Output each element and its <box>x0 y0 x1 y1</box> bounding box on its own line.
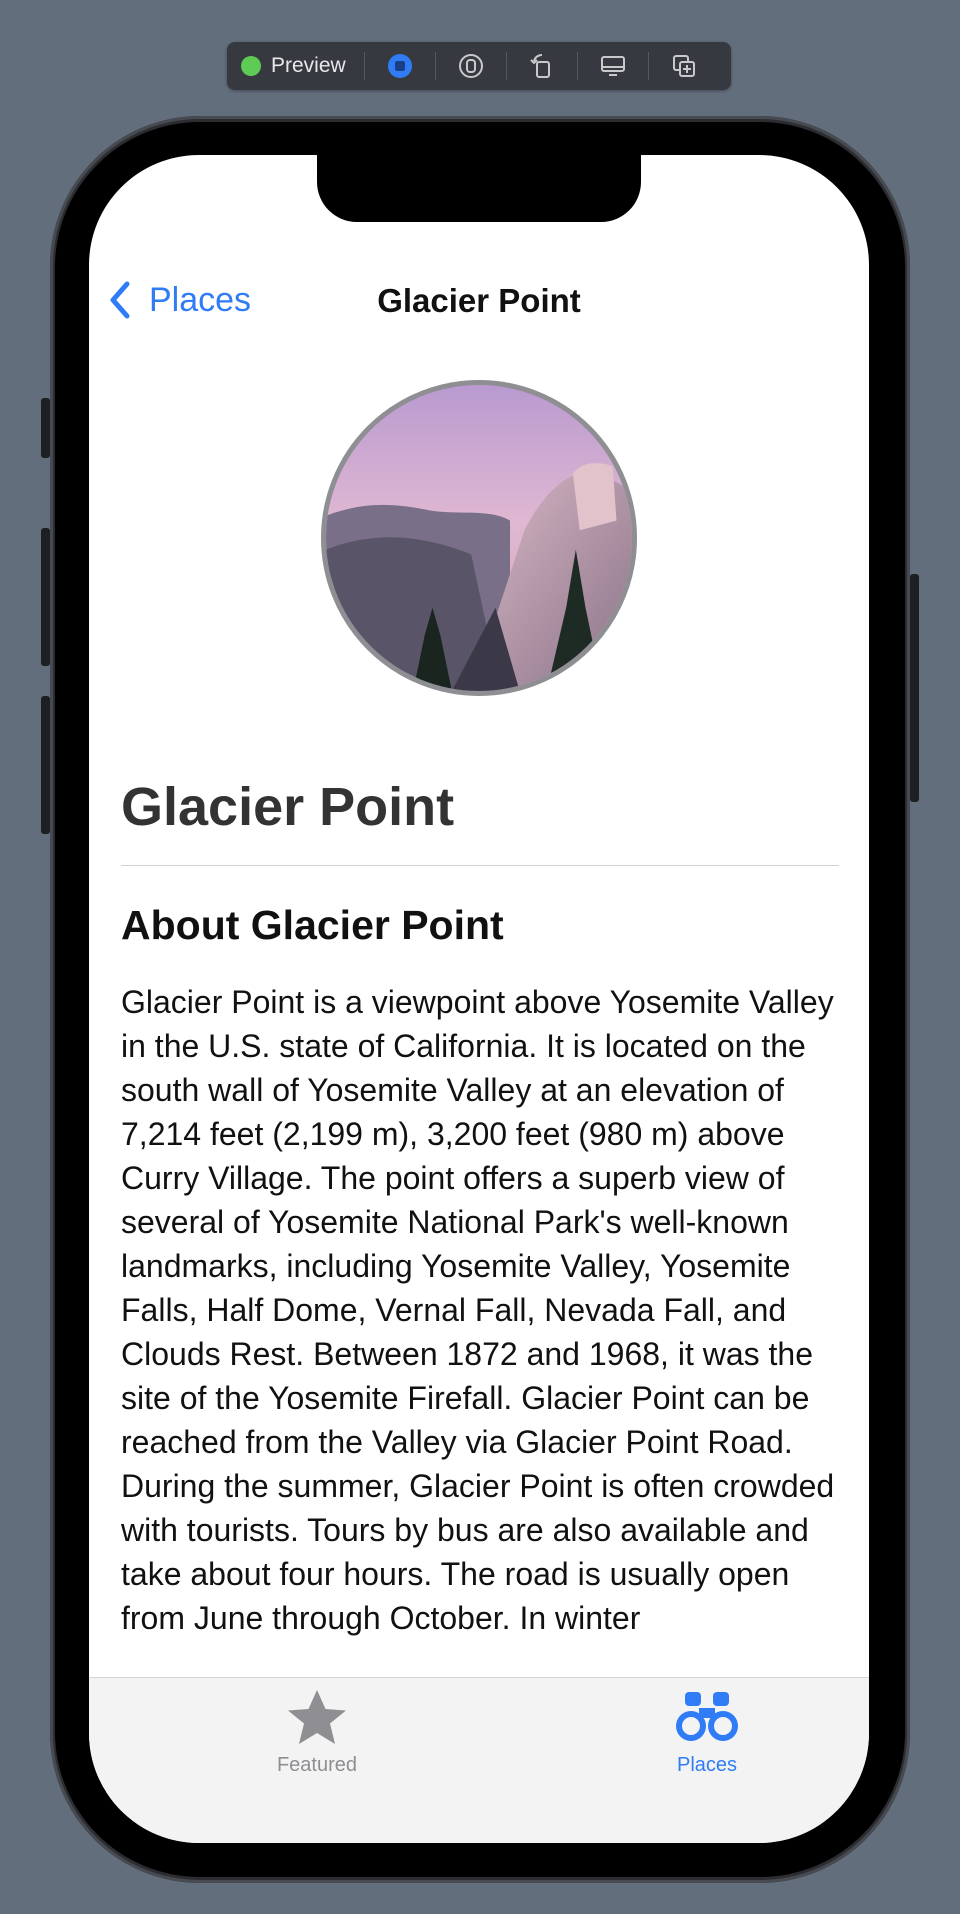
tab-places-label: Places <box>676 1754 738 1776</box>
live-mode-button[interactable] <box>365 42 435 90</box>
device-settings-icon <box>600 56 625 76</box>
power-button <box>910 574 919 802</box>
tab-places[interactable]: Places <box>577 1686 837 1777</box>
variants-button[interactable] <box>436 42 506 90</box>
variants-icon <box>458 54 483 78</box>
duplicate-preview-icon <box>672 55 695 77</box>
live-mode-icon <box>387 54 412 78</box>
phone-screen: Places Glacier Point Glacier Point About… <box>89 155 869 1843</box>
notch <box>317 155 641 222</box>
tab-featured[interactable]: Featured <box>187 1686 447 1777</box>
live-status-dot <box>241 56 261 76</box>
nav-title: Glacier Point <box>377 282 581 319</box>
tab-bar: Featured Places <box>89 1677 869 1843</box>
preview-toolbar: Preview <box>227 42 731 90</box>
volume-down-button <box>41 696 50 834</box>
tab-featured-label: Featured <box>276 1754 358 1776</box>
volume-up-button <box>41 528 50 666</box>
preview-label: Preview <box>271 54 346 77</box>
rotate-device-icon <box>529 54 550 78</box>
star-icon <box>288 1690 346 1744</box>
detail-content: Glacier Point About Glacier Point Glacie… <box>121 775 839 1640</box>
divider <box>121 865 839 866</box>
rotate-device-button[interactable] <box>507 42 577 90</box>
device-settings-button[interactable] <box>578 42 648 90</box>
place-description: Glacier Point is a viewpoint above Yosem… <box>121 984 835 1636</box>
navigation-bar: Places Glacier Point <box>89 260 869 340</box>
binoculars-icon <box>676 1692 738 1741</box>
mute-switch <box>41 398 50 458</box>
about-heading: About Glacier Point <box>121 902 504 948</box>
preview-status: Preview <box>227 42 364 90</box>
landscape-photo <box>326 385 632 691</box>
place-title: Glacier Point <box>121 777 455 837</box>
duplicate-preview-button[interactable] <box>649 42 719 90</box>
place-photo <box>321 380 637 696</box>
